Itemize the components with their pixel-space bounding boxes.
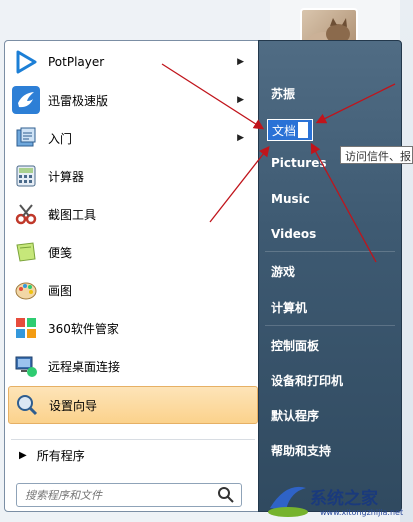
watermark-url: www.xitongzhijia.net (320, 508, 404, 517)
start-menu: PotPlayer ▶ 迅雷极速版 ▶ 入门 ▶ 计算器 截图工具 便笺 画图 … (0, 0, 413, 522)
annotation-arrow (315, 83, 396, 124)
annotation-arrow (310, 142, 377, 263)
watermark-brand: 系统之家 (310, 489, 378, 509)
annotation-arrow (209, 145, 270, 223)
annotation-arrows (161, 63, 396, 263)
annotation-arrow (161, 63, 265, 130)
